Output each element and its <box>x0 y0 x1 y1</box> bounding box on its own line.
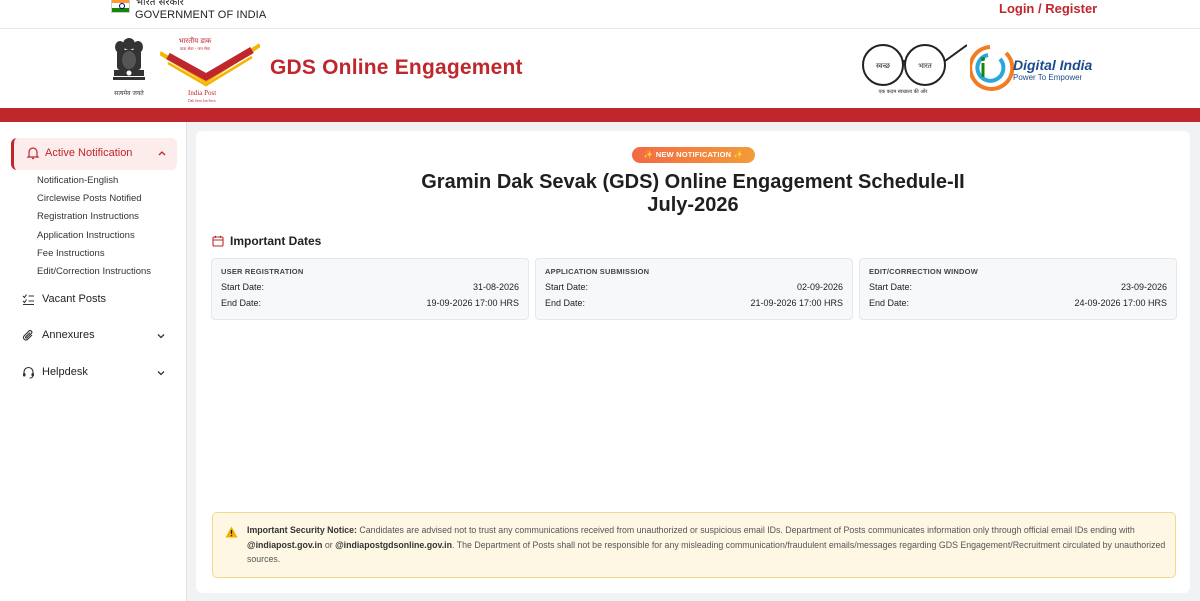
svg-text:Dak Seva Jan Seva: Dak Seva Jan Seva <box>188 99 216 103</box>
date-card-edit-correction-window: EDIT/CORRECTION WINDOW Start Date: 23-09… <box>859 258 1177 320</box>
gov-hindi-label: भारत सरकार <box>136 0 184 8</box>
svg-text:Digital India: Digital India <box>1013 57 1093 73</box>
sidebar-item-vacant-posts[interactable]: Vacant Posts <box>22 290 172 310</box>
sidebar-item-label: Annexures <box>42 329 95 341</box>
svg-text:स्वच्छ: स्वच्छ <box>876 62 891 70</box>
main-content-card: ✨ NEW NOTIFICATION ✨ Gramin Dak Sevak (G… <box>196 131 1190 593</box>
paperclip-icon <box>22 330 33 341</box>
end-date-value: 24-09-2026 17:00 HRS <box>1074 298 1167 308</box>
svg-text:भारत: भारत <box>918 62 933 70</box>
date-card-title: APPLICATION SUBMISSION <box>545 267 650 276</box>
start-date-value: 31-08-2026 <box>472 282 519 292</box>
submenu-circlewise-posts[interactable]: Circlewise Posts Notified <box>37 193 151 211</box>
login-register-link[interactable]: Login / Register <box>999 1 1097 16</box>
sidebar-item-label: Vacant Posts <box>42 293 106 305</box>
new-notification-badge: ✨ NEW NOTIFICATION ✨ <box>632 147 755 163</box>
submenu-application-instructions[interactable]: Application Instructions <box>37 230 151 248</box>
end-date-value: 19-09-2026 17:00 HRS <box>426 298 519 308</box>
security-notice: Important Security Notice: Candidates ar… <box>212 512 1176 578</box>
national-emblem-icon: सत्यमेव जयते <box>113 38 145 97</box>
india-flag-icon <box>111 0 130 13</box>
email-domain-2: @indiapostgdsonline.gov.in <box>335 539 453 550</box>
svg-text:Power To Empower: Power To Empower <box>1013 73 1083 82</box>
sidebar-item-label: Active Notification <box>45 147 133 159</box>
sidebar-item-helpdesk[interactable]: Helpdesk <box>22 363 172 383</box>
chevron-down-icon[interactable] <box>156 331 166 341</box>
end-date-label: End Date: <box>221 298 262 308</box>
chevron-up-icon[interactable] <box>157 148 167 158</box>
page-title: Gramin Dak Sevak (GDS) Online Engagement… <box>196 171 1190 217</box>
submenu-fee-instructions[interactable]: Fee Instructions <box>37 248 151 266</box>
submenu-edit-correction-instructions[interactable]: Edit/Correction Instructions <box>37 266 151 284</box>
security-notice-heading: Important Security Notice: <box>247 525 357 535</box>
security-notice-text: Important Security Notice: Candidates ar… <box>247 525 1166 565</box>
swachh-bharat-logo: स्वच्छ भारत एक कदम स्वच्छता की ओर <box>862 44 967 95</box>
headset-icon <box>23 366 34 379</box>
end-date-label: End Date: <box>869 298 910 308</box>
svg-text:डाक सेवा - जन सेवा: डाक सेवा - जन सेवा <box>179 46 211 51</box>
date-card-title: USER REGISTRATION <box>221 267 304 276</box>
sidebar: Active Notification Notification-English… <box>0 122 187 601</box>
date-card-user-registration: USER REGISTRATION Start Date: 31-08-2026… <box>211 258 529 320</box>
submenu-notification-english[interactable]: Notification-English <box>37 175 151 193</box>
svg-text:एक कदम स्वच्छता की ओर: एक कदम स्वच्छता की ओर <box>879 88 929 95</box>
sidebar-item-active-notification[interactable]: Active Notification <box>11 138 177 170</box>
header-red-bar <box>0 108 1200 122</box>
date-card-title: EDIT/CORRECTION WINDOW <box>869 267 978 276</box>
digital-india-logo: Digital India Power To Empower <box>970 45 1093 91</box>
warning-icon <box>225 526 238 538</box>
calendar-icon <box>212 235 224 247</box>
site-header: सत्यमेव जयते भारतीय डाक डाक सेवा - जन से… <box>0 29 1200 108</box>
bell-icon <box>26 147 40 160</box>
end-date-value: 21-09-2026 17:00 HRS <box>750 298 843 308</box>
svg-text:सत्यमेव जयते: सत्यमेव जयते <box>114 89 144 97</box>
list-icon <box>22 294 34 306</box>
india-post-logo: भारतीय डाक डाक सेवा - जन सेवा India Post… <box>160 35 260 103</box>
submenu-registration-instructions[interactable]: Registration Instructions <box>37 211 151 229</box>
svg-text:India Post: India Post <box>188 89 216 97</box>
end-date-label: End Date: <box>545 298 586 308</box>
chevron-down-icon[interactable] <box>156 368 166 378</box>
site-title: GDS Online Engagement <box>270 56 523 79</box>
start-date-label: Start Date: <box>545 282 589 292</box>
start-date-value: 02-09-2026 <box>796 282 843 292</box>
sidebar-item-annexures[interactable]: Annexures <box>22 326 172 346</box>
gov-english-label: GOVERNMENT OF INDIA <box>135 9 267 21</box>
important-dates-label: Important Dates <box>230 234 322 248</box>
active-notification-submenu: Notification-English Circlewise Posts No… <box>37 175 151 284</box>
start-date-label: Start Date: <box>869 282 913 292</box>
start-date-value: 23-09-2026 <box>1120 282 1167 292</box>
svg-text:भारतीय डाक: भारतीय डाक <box>179 36 212 45</box>
top-strip: भारत सरकार GOVERNMENT OF INDIA Login / R… <box>0 0 1200 29</box>
date-card-application-submission: APPLICATION SUBMISSION Start Date: 02-09… <box>535 258 853 320</box>
page-title-line1: Gramin Dak Sevak (GDS) Online Engagement… <box>421 171 965 193</box>
start-date-label: Start Date: <box>221 282 265 292</box>
page-title-line2: July-2026 <box>647 194 739 216</box>
email-domain-1: @indiapost.gov.in <box>247 539 323 550</box>
sidebar-item-label: Helpdesk <box>42 366 88 378</box>
